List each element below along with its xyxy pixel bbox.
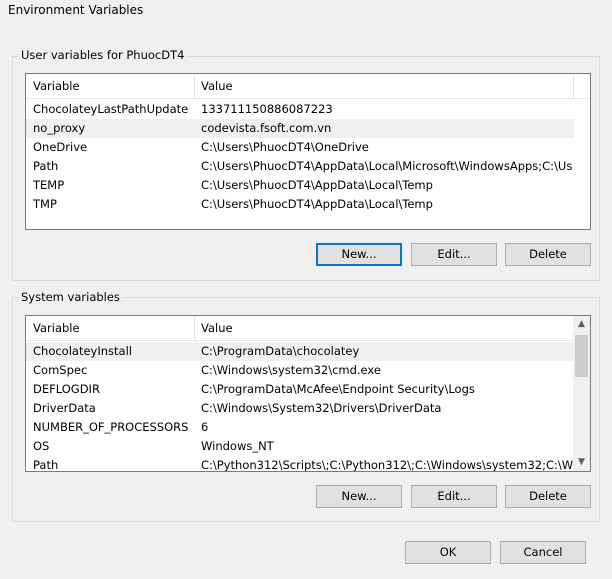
variable-value: C:\Users\PhuocDT4\AppData\Local\Temp	[201, 197, 433, 211]
system-edit-button[interactable]: Edit...	[411, 485, 497, 508]
list-header: Variable Value	[26, 316, 573, 341]
table-row[interactable]: OneDrive C:\Users\PhuocDT4\OneDrive	[26, 138, 574, 157]
table-row[interactable]: DriverData C:\Windows\System32\Drivers\D…	[26, 399, 574, 418]
column-header-value[interactable]: Value	[194, 74, 574, 98]
system-new-button[interactable]: New...	[316, 485, 402, 508]
table-row[interactable]: TMP C:\Users\PhuocDT4\AppData\Local\Temp	[26, 195, 574, 214]
system-variables-label: System variables	[19, 290, 122, 304]
variable-value: Windows_NT	[201, 439, 274, 453]
window-title: Environment Variables	[8, 3, 144, 17]
ok-button[interactable]: OK	[405, 541, 491, 564]
variable-name: Path	[33, 159, 59, 173]
variable-name: DEFLOGDIR	[33, 382, 100, 396]
table-row[interactable]: ComSpec C:\Windows\system32\cmd.exe	[26, 361, 574, 380]
user-variables-label: User variables for PhuocDT4	[19, 48, 187, 62]
table-row[interactable]: NUMBER_OF_PROCESSORS 6	[26, 418, 574, 437]
system-variables-list[interactable]: Variable Value ChocolateyInstall C:\Prog…	[25, 315, 591, 472]
column-separator[interactable]	[573, 74, 574, 98]
variable-value: codevista.fsoft.com.vn	[201, 121, 332, 135]
scroll-thumb[interactable]	[575, 335, 588, 377]
table-row[interactable]: TEMP C:\Users\PhuocDT4\AppData\Local\Tem…	[26, 176, 574, 195]
column-header-variable[interactable]: Variable	[26, 316, 194, 340]
variable-value: C:\Windows\System32\Drivers\DriverData	[201, 401, 442, 415]
user-delete-button[interactable]: Delete	[505, 243, 591, 266]
variable-value: C:\ProgramData\McAfee\Endpoint Security\…	[201, 382, 475, 396]
variable-name: DriverData	[33, 401, 96, 415]
variable-name: OS	[33, 439, 50, 453]
variable-name: TMP	[33, 197, 57, 211]
variable-name: Path	[33, 458, 59, 472]
variable-name: ChocolateyInstall	[33, 344, 132, 358]
variable-value: C:\Users\PhuocDT4\AppData\Local\Microsof…	[201, 159, 573, 173]
variable-value: 6	[201, 420, 209, 434]
variable-name: NUMBER_OF_PROCESSORS	[33, 420, 189, 434]
user-edit-button[interactable]: Edit...	[411, 243, 497, 266]
system-delete-button[interactable]: Delete	[505, 485, 591, 508]
table-row[interactable]: ChocolateyInstall C:\ProgramData\chocola…	[26, 342, 574, 361]
variable-value: 133711150886087223	[201, 102, 333, 116]
variable-name: OneDrive	[33, 140, 88, 154]
user-variables-list[interactable]: Variable Value ChocolateyLastPathUpdate …	[25, 73, 591, 230]
table-row[interactable]: Path C:\Users\PhuocDT4\AppData\Local\Mic…	[26, 157, 574, 176]
table-row[interactable]: ChocolateyLastPathUpdate 133711150886087…	[26, 100, 574, 119]
scroll-up-arrow-icon[interactable]: ▲	[573, 316, 590, 333]
variable-name: ChocolateyLastPathUpdate	[33, 102, 189, 116]
environment-variables-dialog: Environment Variables User variables for…	[0, 0, 612, 579]
column-header-value[interactable]: Value	[194, 316, 564, 340]
scroll-down-arrow-icon[interactable]: ▼	[573, 454, 590, 471]
table-row[interactable]: no_proxy codevista.fsoft.com.vn	[26, 119, 574, 138]
variable-name: no_proxy	[33, 121, 86, 135]
user-new-button[interactable]: New...	[316, 243, 402, 266]
table-row[interactable]: Path C:\Python312\Scripts\;C:\Python312\…	[26, 456, 574, 472]
variable-value: C:\Python312\Scripts\;C:\Python312\;C:\W…	[201, 458, 573, 472]
variable-value: C:\Users\PhuocDT4\AppData\Local\Temp	[201, 178, 433, 192]
table-row[interactable]: DEFLOGDIR C:\ProgramData\McAfee\Endpoint…	[26, 380, 574, 399]
cancel-button[interactable]: Cancel	[500, 541, 586, 564]
vertical-scrollbar[interactable]: ▲ ▼	[573, 316, 590, 471]
variable-name: TEMP	[33, 178, 65, 192]
variable-name: ComSpec	[33, 363, 88, 377]
table-row[interactable]: OS Windows_NT	[26, 437, 574, 456]
list-header: Variable Value	[26, 74, 590, 99]
column-header-variable[interactable]: Variable	[26, 74, 194, 98]
variable-value: C:\Windows\system32\cmd.exe	[201, 363, 381, 377]
variable-value: C:\Users\PhuocDT4\OneDrive	[201, 140, 369, 154]
variable-value: C:\ProgramData\chocolatey	[201, 344, 360, 358]
